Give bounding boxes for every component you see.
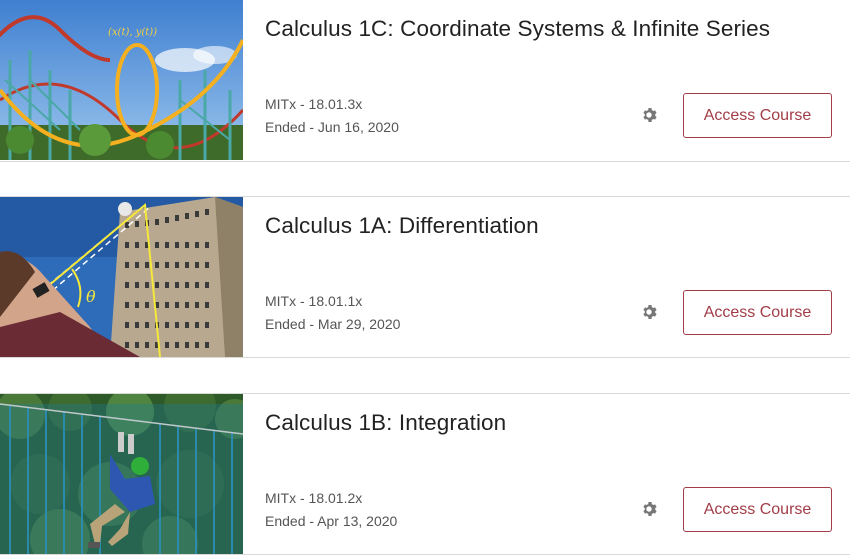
- building-image: θ: [0, 197, 243, 357]
- course-code: MITx - 18.01.1x: [265, 293, 363, 309]
- course-title[interactable]: Calculus 1C: Coordinate Systems & Infini…: [265, 16, 770, 42]
- course-title[interactable]: Calculus 1B: Integration: [265, 410, 506, 436]
- course-status: Ended - Mar 29, 2020: [265, 316, 401, 332]
- gear-icon[interactable]: [641, 304, 657, 320]
- rollercoaster-image: (x(t), y(t)): [0, 0, 243, 160]
- zipline-image: [0, 394, 243, 554]
- course-status: Ended - Jun 16, 2020: [265, 119, 399, 135]
- access-course-button[interactable]: Access Course: [683, 290, 832, 335]
- course-image[interactable]: θ: [0, 197, 243, 357]
- image-label: θ: [86, 287, 96, 306]
- gear-icon[interactable]: [641, 107, 657, 123]
- course-code: MITx - 18.01.2x: [265, 490, 363, 506]
- course-image[interactable]: [0, 394, 243, 554]
- course-image[interactable]: (x(t), y(t)): [0, 0, 243, 160]
- course-card: θ Calculus 1A: Differentiation MITx - 18…: [0, 196, 850, 358]
- access-course-button[interactable]: Access Course: [683, 487, 832, 532]
- image-label: (x(t), y(t)): [108, 27, 157, 38]
- course-title[interactable]: Calculus 1A: Differentiation: [265, 213, 539, 239]
- course-code: MITx - 18.01.3x: [265, 96, 363, 112]
- access-course-button[interactable]: Access Course: [683, 93, 832, 138]
- gear-icon[interactable]: [641, 501, 657, 517]
- course-meta: MITx - 18.01.3x Ended - Jun 16, 2020: [265, 93, 399, 139]
- course-status: Ended - Apr 13, 2020: [265, 513, 398, 529]
- course-meta: MITx - 18.01.1x Ended - Mar 29, 2020: [265, 290, 400, 336]
- course-meta: MITx - 18.01.2x Ended - Apr 13, 2020: [265, 487, 397, 533]
- course-card: (x(t), y(t)) Calculus 1C: Coordinate Sys…: [0, 0, 850, 162]
- course-card: Calculus 1B: Integration MITx - 18.01.2x…: [0, 393, 850, 555]
